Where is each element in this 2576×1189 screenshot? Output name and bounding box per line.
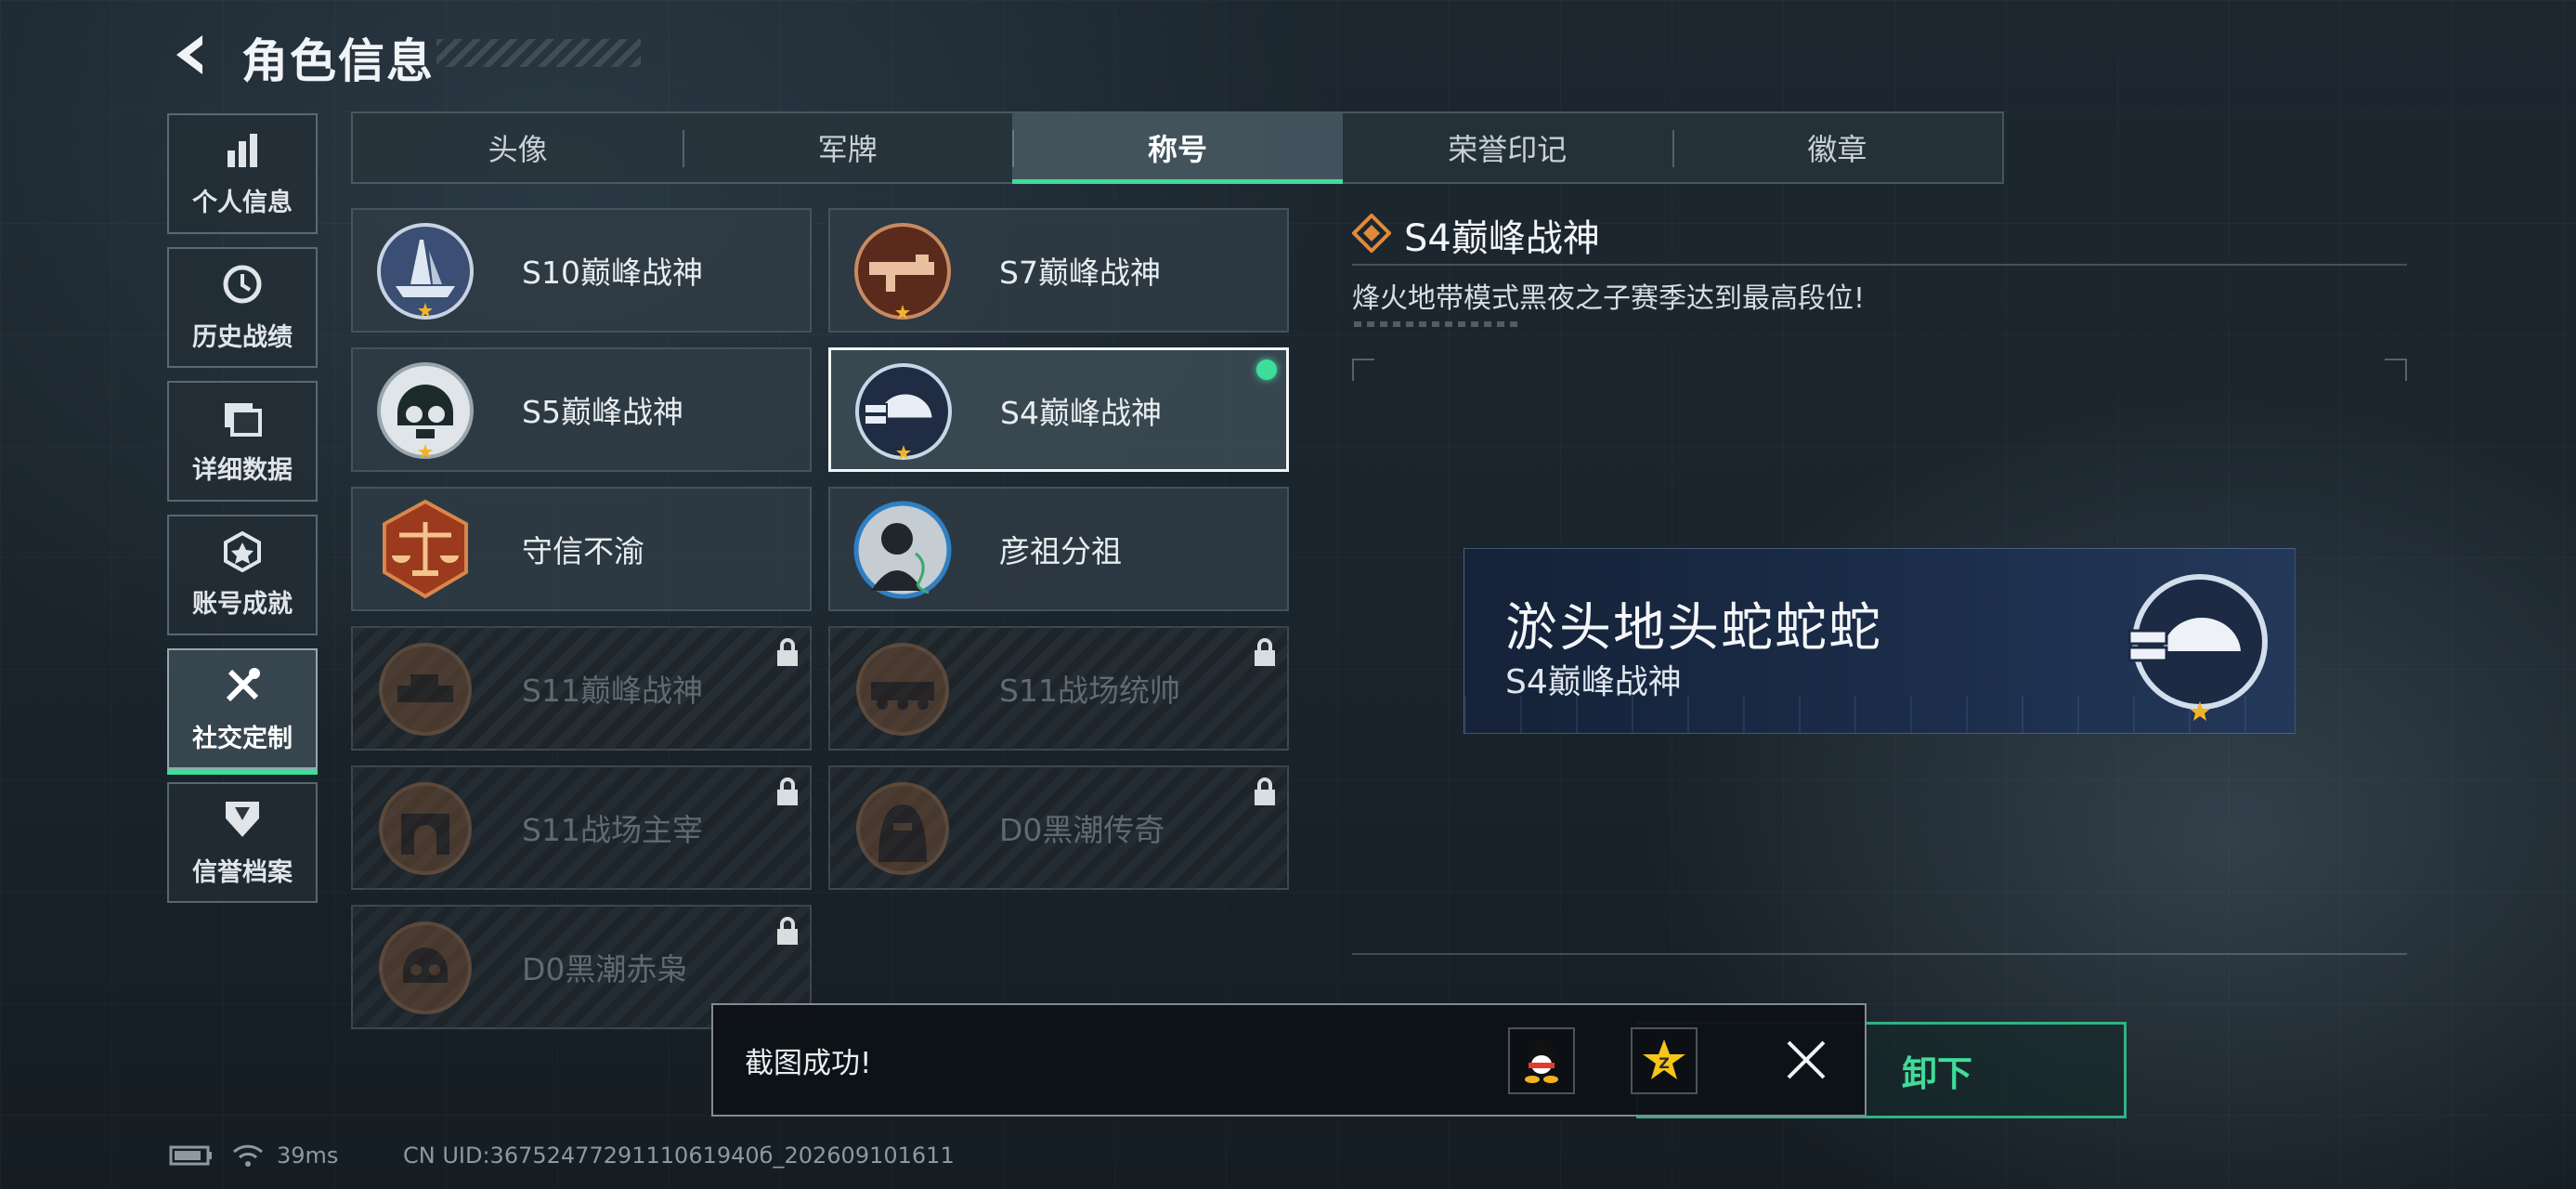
skull-emblem-icon <box>379 921 472 1014</box>
title-name: D0黑潮赤枭 <box>522 951 688 987</box>
title-card-locked[interactable]: D0黑潮传奇 <box>828 765 1289 890</box>
nav-label: 账号成就 <box>192 589 293 619</box>
tab-title[interactable]: 称号 <box>1012 113 1343 184</box>
title-card-selected[interactable]: S4巅峰战神 <box>828 347 1289 472</box>
qq-icon <box>1525 1040 1558 1083</box>
arch-emblem-icon <box>379 782 472 875</box>
lock-icon <box>1255 777 1275 805</box>
title-decoration <box>436 39 641 67</box>
detail-description: 烽火地带模式黑夜之子赛季达到最高段位! <box>1352 282 1866 315</box>
title-card[interactable]: 彦祖分祖 <box>828 487 1289 611</box>
tab-badge[interactable]: 徽章 <box>1672 113 2002 182</box>
rifle-emblem-icon <box>854 223 951 320</box>
nav-item-credit-record[interactable]: 信誉档案 <box>167 782 318 903</box>
uid-text: CN UID:3675247729111061940б_202609101611 <box>403 1143 955 1169</box>
svg-text:Z: Z <box>1659 1054 1670 1072</box>
title-card-locked[interactable]: S11战场主宰 <box>351 765 812 890</box>
tab-avatar[interactable]: 头像 <box>353 113 683 182</box>
nav-label: 个人信息 <box>192 188 293 217</box>
scales-emblem-icon <box>383 499 468 599</box>
bar-chart-icon <box>228 133 257 167</box>
status-bar: 39ms <box>169 1137 338 1174</box>
achievement-icon <box>224 530 261 572</box>
lock-icon <box>777 917 798 945</box>
nav-item-history[interactable]: 历史战绩 <box>167 247 318 368</box>
portrait-emblem-icon <box>853 501 952 599</box>
equipped-indicator <box>1256 359 1277 380</box>
tools-icon <box>226 667 260 701</box>
screenshot-toast: 截图成功! Z <box>711 1003 1867 1117</box>
ship-emblem-icon <box>377 223 474 320</box>
title-name: 彦祖分祖 <box>999 533 1122 569</box>
close-button[interactable] <box>1772 1026 1841 1094</box>
banner-player-name: 淤头地头蛇蛇蛇 <box>1505 598 1882 659</box>
frame-corner <box>2385 359 2407 381</box>
toast-message: 截图成功! <box>745 1046 872 1080</box>
lock-icon <box>777 638 798 666</box>
title-name: S11战场统帅 <box>999 673 1180 709</box>
hooded-emblem-icon <box>856 782 949 875</box>
divider <box>1352 264 2407 266</box>
nav-item-achievements[interactable]: 账号成就 <box>167 515 318 635</box>
tab-dog-tag[interactable]: 军牌 <box>683 113 1012 182</box>
detail-title: S4巅峰战神 <box>1404 217 1600 260</box>
nightvision-helmet-emblem-icon <box>2127 574 2268 721</box>
share-qq-button[interactable] <box>1508 1027 1575 1094</box>
diamond-icon <box>1352 214 1391 253</box>
ping-value: 39ms <box>277 1143 339 1169</box>
title-name: D0黑潮传奇 <box>999 812 1165 848</box>
title-card-locked[interactable]: S11战场统帅 <box>828 626 1289 751</box>
battery-icon <box>169 1145 212 1166</box>
nav-label: 历史战绩 <box>192 322 293 352</box>
apc-emblem-icon <box>856 643 949 736</box>
tank-emblem-icon <box>379 643 472 736</box>
title-name: S11战场主宰 <box>522 812 703 848</box>
clock-icon <box>223 265 262 303</box>
divider <box>1352 953 2407 955</box>
qzone-icon: Z <box>1643 1039 1685 1079</box>
decorative-dots <box>1354 321 1521 327</box>
title-name: 守信不渝 <box>522 533 644 569</box>
title-card[interactable]: S10巅峰战神 <box>351 208 812 333</box>
folder-icon <box>225 402 262 437</box>
uid-display: CN UID:3675247729111061940б_202609101611 <box>403 1137 955 1174</box>
category-tabs: 头像 军牌 称号 荣誉印记 徽章 <box>351 111 2004 184</box>
title-card[interactable]: S5巅峰战神 <box>351 347 812 472</box>
banner-title: S4巅峰战神 <box>1505 663 1682 701</box>
title-name: S7巅峰战神 <box>999 255 1161 291</box>
page-title: 角色信息 <box>241 34 435 88</box>
title-card[interactable]: 守信不渝 <box>351 487 812 611</box>
close-icon <box>1787 1040 1826 1079</box>
nav-label: 社交定制 <box>192 724 293 753</box>
title-name: S10巅峰战神 <box>522 255 703 291</box>
unequip-button-label: 卸下 <box>1901 1052 1972 1094</box>
title-name: S11巅峰战神 <box>522 673 703 709</box>
frame-corner <box>1352 359 1374 381</box>
nav-label: 详细数据 <box>192 455 293 485</box>
nav-item-detailed-data[interactable]: 详细数据 <box>167 381 318 502</box>
title-card-locked[interactable]: S11巅峰战神 <box>351 626 812 751</box>
nav-item-personal-info[interactable]: 个人信息 <box>167 113 318 234</box>
title-name: S4巅峰战神 <box>1000 395 1162 431</box>
tab-honor-mark[interactable]: 荣誉印记 <box>1343 113 1672 182</box>
title-card[interactable]: S7巅峰战神 <box>828 208 1289 333</box>
nav-label: 信誉档案 <box>192 857 293 887</box>
lock-icon <box>777 777 798 805</box>
diver-skull-emblem-icon <box>377 362 474 459</box>
back-arrow-icon <box>176 35 202 74</box>
nav-item-social-custom[interactable]: 社交定制 <box>167 648 318 775</box>
lock-icon <box>1255 638 1275 666</box>
left-nav: 个人信息 历史战绩 详细数据 账号成就 社交定制 信誉档案 <box>167 113 318 916</box>
back-button[interactable] <box>163 28 217 82</box>
wifi-icon <box>232 1144 264 1167</box>
shield-icon <box>226 801 259 837</box>
title-preview-banner: 淤头地头蛇蛇蛇 S4巅峰战神 <box>1464 548 2296 734</box>
nightvision-helmet-emblem-icon <box>855 363 952 460</box>
share-qzone-button[interactable]: Z <box>1631 1027 1698 1094</box>
title-name: S5巅峰战神 <box>522 394 683 430</box>
